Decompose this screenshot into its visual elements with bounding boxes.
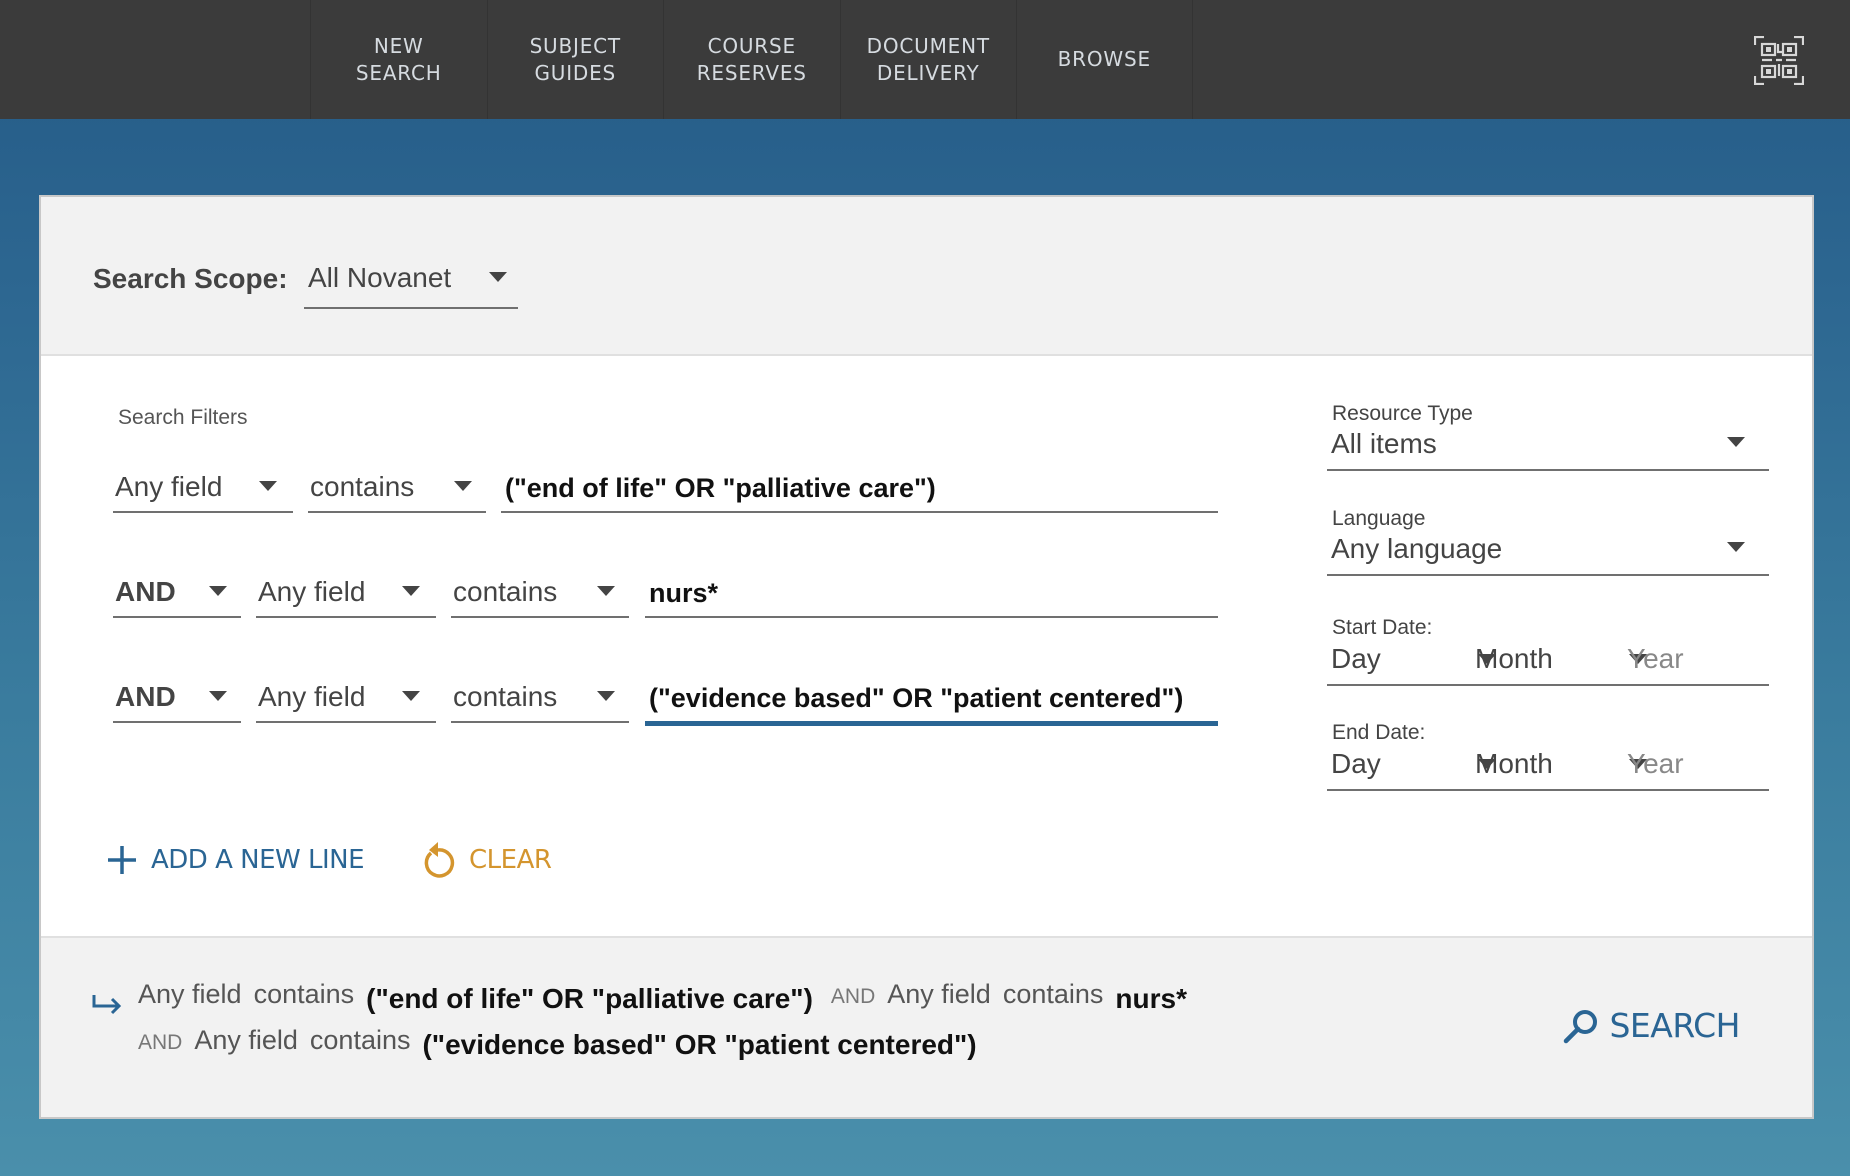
- summary-operator: AND: [830, 985, 876, 1008]
- row1-term-input[interactable]: [501, 461, 1218, 513]
- qr-code-icon: [1753, 35, 1805, 86]
- start-year-input[interactable]: Year: [1627, 643, 1684, 675]
- language-value: Any language: [1331, 533, 1503, 564]
- chevron-down-icon: [402, 691, 420, 701]
- summary-field: Any field: [887, 979, 991, 1009]
- chevron-down-icon: [597, 586, 615, 596]
- language-label: Language: [1332, 507, 1426, 530]
- search-button[interactable]: SEARCH: [1563, 1006, 1740, 1045]
- row1-term-field[interactable]: [501, 461, 1218, 509]
- add-new-line-label: ADD A NEW LINE: [151, 845, 365, 875]
- end-year-input[interactable]: Year: [1627, 748, 1684, 780]
- query-summary-line-1: Any field contains ("end of life" OR "pall…: [138, 978, 1205, 1014]
- row1-condition-select[interactable]: contains: [308, 461, 486, 513]
- language-select[interactable]: Language Any language: [1327, 507, 1769, 576]
- start-date-group: Start Date: Day Month Year: [1327, 612, 1769, 686]
- nav-browse[interactable]: BROWSE: [1016, 0, 1193, 119]
- field-value: Any field: [258, 681, 366, 712]
- add-new-line-button[interactable]: ADD A NEW LINE: [107, 835, 365, 885]
- row3-term-field[interactable]: [645, 671, 1218, 719]
- row2-field-select[interactable]: Any field: [256, 566, 436, 618]
- condition-value: contains: [453, 576, 558, 607]
- undo-icon: [424, 842, 455, 878]
- search-scope-select[interactable]: All Novanet: [304, 247, 518, 309]
- row2-term-input[interactable]: [645, 566, 1218, 618]
- chevron-down-icon: [209, 586, 227, 596]
- row2-condition-select[interactable]: contains: [451, 566, 629, 618]
- resource-type-select[interactable]: Resource Type All items: [1327, 402, 1769, 471]
- nav-new-search[interactable]: NEW SEARCH: [310, 0, 487, 119]
- row2-operator-select[interactable]: AND: [113, 566, 241, 618]
- summary-field: contains: [253, 979, 355, 1009]
- search-label: SEARCH: [1609, 1006, 1740, 1045]
- summary-field: Any field: [138, 979, 242, 1009]
- search-icon: [1564, 1009, 1598, 1043]
- clear-label: CLEAR: [469, 845, 552, 875]
- resource-type-label: Resource Type: [1332, 402, 1473, 425]
- chevron-down-icon: [597, 691, 615, 701]
- search-scope-bar: Search Scope: All Novanet: [41, 197, 1812, 356]
- condition-value: contains: [453, 681, 558, 712]
- nav-subject-guides[interactable]: SUBJECT GUIDES: [486, 0, 664, 119]
- row3-field-select[interactable]: Any field: [256, 671, 436, 723]
- nav-label: COURSE RESERVES: [696, 33, 807, 85]
- query-summary-line-2: AND Any field contains ("evidence based" OR…: [138, 1024, 995, 1060]
- chevron-down-icon: [1727, 437, 1745, 447]
- start-day-select[interactable]: Day: [1331, 643, 1381, 675]
- end-date-label: End Date:: [1332, 721, 1426, 744]
- summary-field: contains: [1002, 979, 1104, 1009]
- summary-field: Any field: [194, 1025, 298, 1055]
- condition-value: contains: [310, 471, 415, 502]
- end-day-select[interactable]: Day: [1331, 748, 1381, 780]
- summary-term: ("end of life" OR "palliative care"): [366, 983, 813, 1014]
- nav-label: BROWSE: [1057, 47, 1151, 71]
- return-arrow-icon: [92, 995, 122, 1015]
- qr-code-button[interactable]: [1753, 35, 1805, 86]
- chevron-down-icon: [259, 481, 277, 491]
- row2-term-field[interactable]: [645, 566, 1218, 614]
- nav-label: SUBJECT GUIDES: [529, 33, 621, 85]
- nav-label: NEW SEARCH: [355, 33, 442, 85]
- summary-term: nurs*: [1115, 983, 1187, 1014]
- field-value: Any field: [258, 576, 366, 607]
- nav-label: DOCUMENT DELIVERY: [866, 33, 990, 85]
- chevron-down-icon: [489, 272, 507, 282]
- search-scope-value: All Novanet: [308, 262, 452, 293]
- summary-term: ("evidence based" OR "patient centered"): [422, 1029, 977, 1060]
- main-nav: NEW SEARCH SUBJECT GUIDES COURSE RESERVE…: [310, 0, 1193, 119]
- query-summary-bar: Any field contains ("end of life" OR "pall…: [41, 936, 1812, 1117]
- start-month-select[interactable]: Month: [1475, 643, 1553, 675]
- summary-operator: AND: [138, 1031, 183, 1054]
- operator-value: AND: [115, 576, 176, 607]
- field-value: Any field: [115, 471, 223, 502]
- search-filters-label: Search Filters: [118, 406, 248, 429]
- resource-type-value: All items: [1331, 428, 1437, 459]
- end-month-select[interactable]: Month: [1475, 748, 1553, 780]
- row3-condition-select[interactable]: contains: [451, 671, 629, 723]
- top-nav-bar: NEW SEARCH SUBJECT GUIDES COURSE RESERVE…: [0, 0, 1850, 119]
- chevron-down-icon: [209, 691, 227, 701]
- chevron-down-icon: [402, 586, 420, 596]
- chevron-down-icon: [1727, 542, 1745, 552]
- operator-value: AND: [115, 681, 176, 712]
- chevron-down-icon: [454, 481, 472, 491]
- plus-icon: [108, 846, 136, 874]
- row3-operator-select[interactable]: AND: [113, 671, 241, 723]
- clear-button[interactable]: CLEAR: [421, 835, 552, 885]
- nav-document-delivery[interactable]: DOCUMENT DELIVERY: [839, 0, 1017, 119]
- summary-field: contains: [309, 1025, 411, 1055]
- search-scope-label: Search Scope:: [93, 263, 288, 294]
- start-date-label: Start Date:: [1332, 616, 1433, 639]
- row1-field-select[interactable]: Any field: [113, 461, 293, 513]
- advanced-search-panel: Search Scope: All Novanet Search Filters…: [39, 195, 1814, 1119]
- end-date-group: End Date: Day Month Year: [1327, 717, 1769, 791]
- nav-course-reserves[interactable]: COURSE RESERVES: [663, 0, 840, 119]
- row3-term-input[interactable]: [645, 671, 1218, 726]
